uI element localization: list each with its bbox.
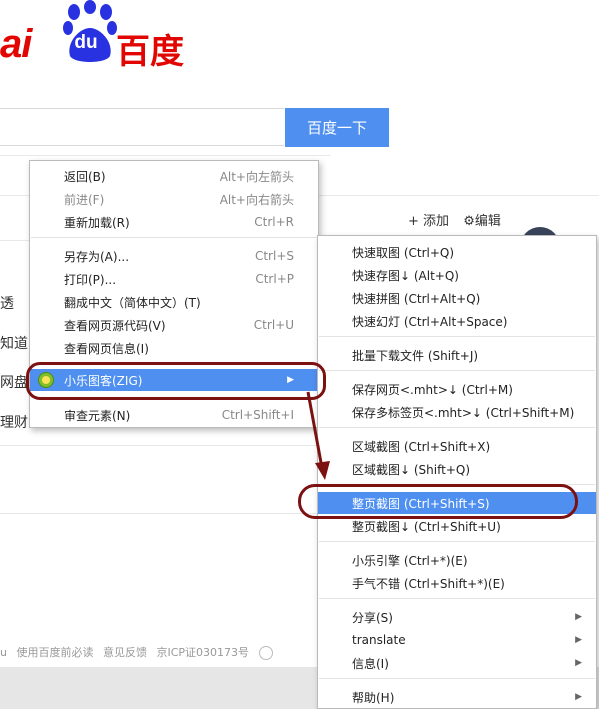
menu-item-label: 批量下载文件 (Shift+J) — [352, 348, 479, 363]
submenu-item-quick-save[interactable]: 快速存图↓ (Alt+Q) — [318, 264, 596, 286]
add-label: 添加 — [423, 214, 450, 229]
menu-item-label: 手气不错 (Ctrl+Shift+*)(E) — [352, 576, 505, 591]
submenu-item-info[interactable]: 信息(I) ▶ — [318, 652, 596, 674]
menu-item-label: 信息(I) — [352, 656, 389, 671]
submenu-arrow-icon: ▶ — [575, 658, 582, 668]
menu-item-print[interactable]: 打印(P)... Ctrl+P — [30, 268, 318, 290]
footer-link[interactable]: 意见反馈 — [103, 646, 147, 659]
logo-text-cn: 百度 — [116, 32, 184, 72]
menu-item-translate[interactable]: 翻成中文（简体中文）(T) — [30, 291, 318, 313]
submenu-item-batch-download[interactable]: 批量下载文件 (Shift+J) — [318, 344, 596, 366]
divider — [0, 445, 330, 446]
submenu-item-share[interactable]: 分享(S) ▶ — [318, 606, 596, 628]
feed-item[interactable]: 知道 — [0, 333, 28, 353]
submenu-arrow-icon: ▶ — [575, 635, 582, 645]
menu-item-shortcut: Ctrl+U — [253, 318, 294, 332]
divider — [0, 155, 330, 156]
submenu-item-quick-grab[interactable]: 快速取图 (Ctrl+Q) — [318, 241, 596, 263]
menu-item-label: 区域截图↓ (Shift+Q) — [352, 462, 471, 477]
menu-item-label: 重新加载(R) — [64, 215, 130, 230]
feed-item[interactable]: 透 — [0, 293, 14, 313]
search-button[interactable]: 百度一下 — [285, 108, 389, 147]
feed-item[interactable]: 理财 — [0, 412, 28, 432]
menu-separator — [319, 427, 595, 428]
footer-link[interactable]: 京ICP证030173号 — [156, 646, 249, 659]
submenu-item-help[interactable]: 帮助(H) ▶ — [318, 686, 596, 708]
menu-item-save-as[interactable]: 另存为(A)... Ctrl+S — [30, 245, 318, 267]
feed-toolbar: + 添加 ⚙编辑 — [408, 210, 511, 229]
search-input[interactable] — [0, 108, 284, 146]
menu-item-view-source[interactable]: 查看网页源代码(V) Ctrl+U — [30, 314, 318, 336]
menu-separator — [319, 678, 595, 679]
menu-item-label: 快速幻灯 (Ctrl+Alt+Space) — [352, 314, 508, 329]
menu-item-shortcut: Alt+向右箭头 — [219, 192, 294, 207]
menu-item-label: 返回(B) — [64, 169, 106, 184]
add-button[interactable]: + 添加 — [408, 214, 449, 229]
submenu-item-save-mht[interactable]: 保存网页<.mht>↓ (Ctrl+M) — [318, 378, 596, 400]
logo-text-du: du — [74, 32, 98, 53]
menu-item-label: 快速拼图 (Ctrl+Alt+Q) — [352, 291, 481, 306]
menu-item-shortcut: Ctrl+R — [254, 215, 294, 229]
submenu-item-translate[interactable]: translate ▶ — [318, 629, 596, 651]
menu-item-shortcut: Ctrl+P — [255, 272, 294, 286]
edit-label: 编辑 — [474, 214, 501, 229]
menu-item-shortcut: Alt+向左箭头 — [219, 169, 294, 184]
submenu-item-lucky[interactable]: 手气不错 (Ctrl+Shift+*)(E) — [318, 572, 596, 594]
zig-submenu: 快速取图 (Ctrl+Q) 快速存图↓ (Alt+Q) 快速拼图 (Ctrl+A… — [317, 235, 597, 709]
footer-prefix: u — [0, 646, 7, 659]
menu-item-forward[interactable]: 前进(F) Alt+向右箭头 — [30, 188, 318, 210]
menu-item-label: 快速取图 (Ctrl+Q) — [352, 245, 455, 260]
menu-item-shortcut: Ctrl+Shift+I — [221, 408, 294, 422]
footer: u 使用百度前必读 意见反馈 京ICP证030173号 — [0, 644, 279, 660]
submenu-item-region-capture-save[interactable]: 区域截图↓ (Shift+Q) — [318, 458, 596, 480]
menu-separator — [31, 237, 317, 238]
menu-separator — [319, 336, 595, 337]
menu-item-label: 打印(P)... — [64, 272, 117, 287]
submenu-item-save-multi-mht[interactable]: 保存多标签页<.mht>↓ (Ctrl+Shift+M) — [318, 401, 596, 423]
menu-item-label: 保存多标签页<.mht>↓ (Ctrl+Shift+M) — [352, 405, 575, 420]
menu-item-label: 整页截图↓ (Ctrl+Shift+U) — [352, 519, 501, 534]
submenu-item-engine[interactable]: 小乐引擎 (Ctrl+*)(E) — [318, 549, 596, 571]
menu-item-page-info[interactable]: 查看网页信息(I) — [30, 337, 318, 359]
logo-text-ai: ai — [0, 22, 32, 66]
menu-item-reload[interactable]: 重新加载(R) Ctrl+R — [30, 211, 318, 233]
menu-item-label: 审查元素(N) — [64, 408, 131, 423]
submenu-arrow-icon: ▶ — [575, 612, 582, 622]
menu-item-label: 查看网页信息(I) — [64, 341, 149, 356]
menu-item-label: translate — [352, 633, 406, 647]
footer-link[interactable]: 使用百度前必读 — [16, 646, 93, 659]
baidu-logo[interactable]: ai du 百度 — [0, 0, 190, 72]
menu-item-label: 小乐引擎 (Ctrl+*)(E) — [352, 553, 468, 568]
submenu-item-quick-slideshow[interactable]: 快速幻灯 (Ctrl+Alt+Space) — [318, 310, 596, 332]
divider — [0, 513, 330, 514]
menu-item-label: 快速存图↓ (Alt+Q) — [352, 268, 459, 283]
feed-item[interactable]: 网盘 — [0, 372, 28, 392]
menu-item-label: 保存网页<.mht>↓ (Ctrl+M) — [352, 382, 513, 397]
menu-item-label: 另存为(A)... — [64, 249, 130, 264]
menu-item-inspect[interactable]: 审查元素(N) Ctrl+Shift+I — [30, 404, 318, 426]
badge-icon — [258, 646, 273, 660]
menu-item-label: 区域截图 (Ctrl+Shift+X) — [352, 439, 491, 454]
menu-separator — [319, 598, 595, 599]
menu-separator — [319, 370, 595, 371]
menu-item-shortcut: Ctrl+S — [254, 249, 294, 263]
menu-item-label: 分享(S) — [352, 610, 393, 625]
annotation-oval — [26, 362, 326, 400]
edit-button[interactable]: ⚙编辑 — [463, 214, 501, 229]
menu-item-back[interactable]: 返回(B) Alt+向左箭头 — [30, 165, 318, 187]
menu-item-label: 翻成中文（简体中文）(T) — [64, 295, 201, 310]
submenu-arrow-icon: ▶ — [575, 692, 582, 702]
menu-item-label: 帮助(H) — [352, 690, 395, 705]
menu-item-label: 前进(F) — [64, 192, 105, 207]
submenu-item-quick-stitch[interactable]: 快速拼图 (Ctrl+Alt+Q) — [318, 287, 596, 309]
submenu-item-region-capture[interactable]: 区域截图 (Ctrl+Shift+X) — [318, 435, 596, 457]
annotation-oval — [298, 484, 578, 519]
menu-item-label: 查看网页源代码(V) — [64, 318, 166, 333]
menu-separator — [319, 541, 595, 542]
